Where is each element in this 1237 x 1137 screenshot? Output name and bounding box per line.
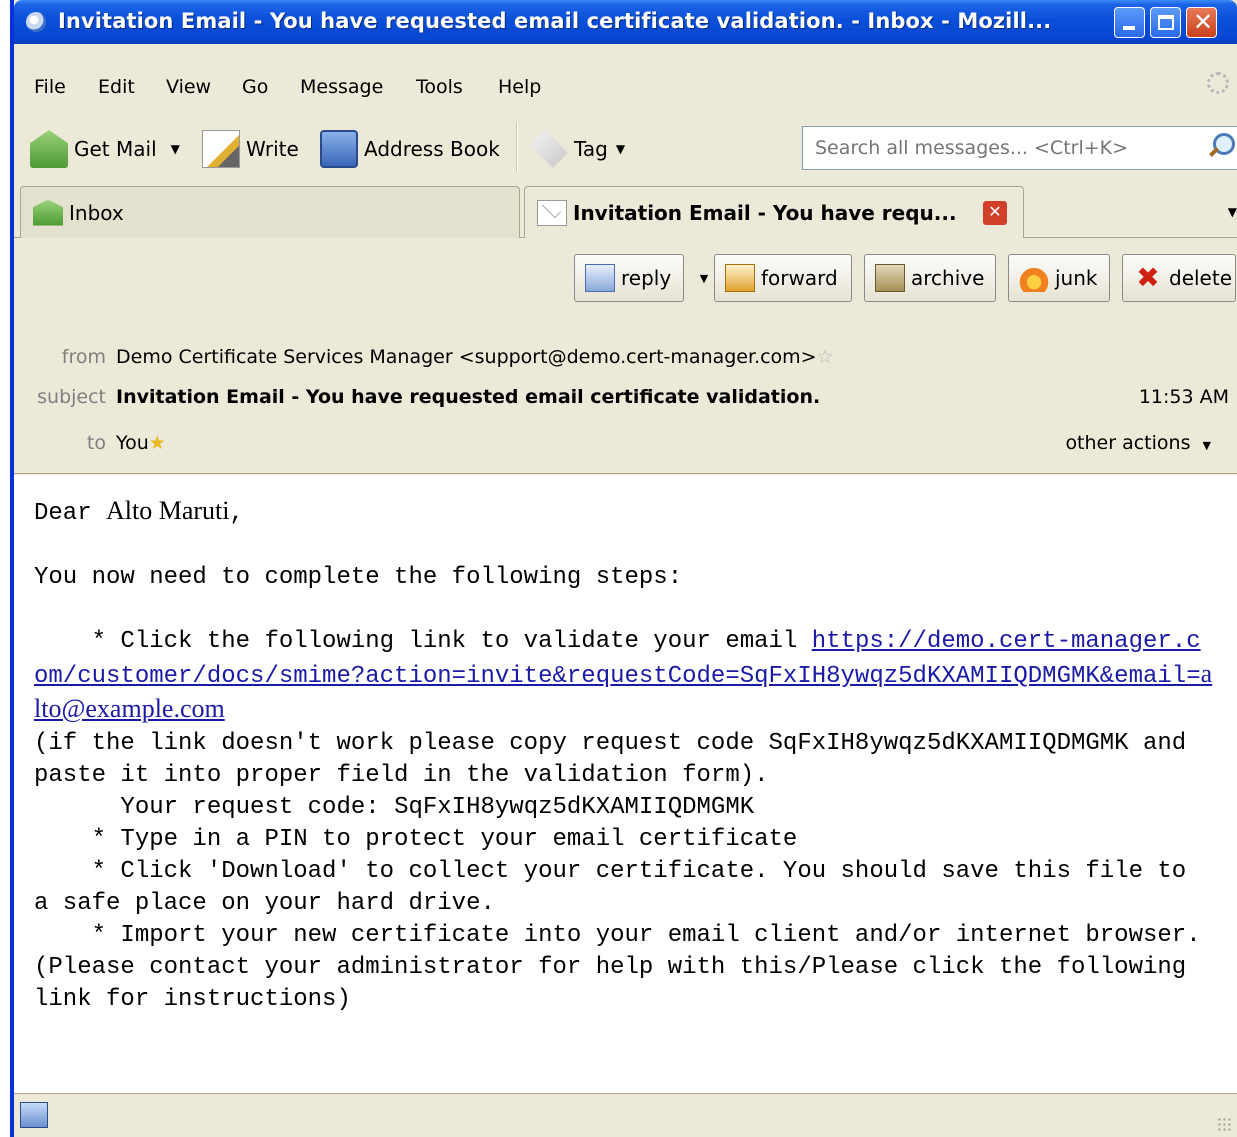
reply-icon bbox=[585, 264, 615, 292]
write-icon bbox=[202, 130, 240, 168]
menu-go[interactable]: Go bbox=[242, 76, 268, 98]
close-window-button[interactable]: ✕ bbox=[1186, 7, 1217, 38]
greeting-suffix: , bbox=[229, 500, 244, 527]
reply-dropdown-chevron-icon[interactable]: ▼ bbox=[694, 254, 714, 302]
search-icon[interactable] bbox=[1205, 133, 1235, 161]
tag-label: Tag bbox=[574, 137, 608, 161]
chevron-down-icon: ▼ bbox=[615, 142, 626, 156]
from-label: from bbox=[61, 346, 106, 368]
status-bar bbox=[14, 1093, 1237, 1137]
reply-button[interactable]: reply bbox=[574, 254, 684, 302]
message-body[interactable]: Dear Alto Maruti, You now need to comple… bbox=[14, 475, 1237, 1093]
get-mail-button[interactable]: Get Mail ▼ bbox=[30, 119, 180, 179]
subject-value: Invitation Email - You have requested em… bbox=[116, 386, 821, 408]
forward-icon bbox=[725, 264, 755, 292]
other-actions-button[interactable]: other actions ▼ bbox=[1065, 432, 1211, 454]
subject-label: subject bbox=[37, 386, 106, 408]
title-bar[interactable]: Invitation Email - You have requested em… bbox=[14, 0, 1237, 44]
tab-message[interactable]: Invitation Email - You have requ... ✕ bbox=[524, 186, 1024, 239]
address-book-button[interactable]: Address Book bbox=[320, 119, 500, 179]
reply-label: reply bbox=[621, 266, 672, 290]
star-icon[interactable]: ☆ bbox=[817, 346, 834, 368]
menu-tools[interactable]: Tools bbox=[416, 76, 463, 98]
delete-icon: ✖ bbox=[1136, 261, 1160, 294]
menu-edit[interactable]: Edit bbox=[98, 76, 135, 98]
from-value: Demo Certificate Services Manager <suppo… bbox=[116, 346, 834, 368]
get-mail-label: Get Mail bbox=[74, 137, 157, 161]
minimize-icon bbox=[1123, 26, 1135, 30]
menu-message[interactable]: Message bbox=[300, 76, 383, 98]
to-recipient[interactable]: You bbox=[116, 432, 149, 454]
maximize-icon bbox=[1158, 15, 1174, 30]
step3-text: * Click 'Download' to collect your certi… bbox=[34, 858, 1201, 917]
step4-text: * Import your new certificate into your … bbox=[34, 922, 1215, 1013]
activity-throbber-icon bbox=[1207, 72, 1229, 94]
message-body-text: Dear Alto Maruti, You now need to comple… bbox=[34, 495, 1214, 1016]
junk-label: junk bbox=[1055, 266, 1098, 290]
intro-text: You now need to complete the following s… bbox=[34, 564, 683, 591]
forward-label: forward bbox=[761, 266, 838, 290]
to-label: to bbox=[86, 432, 106, 454]
other-actions-label: other actions bbox=[1065, 432, 1191, 454]
tag-icon bbox=[530, 130, 568, 168]
step2-text: * Type in a PIN to protect your email ce… bbox=[34, 826, 798, 853]
close-icon: ✕ bbox=[1193, 8, 1214, 36]
address-book-icon bbox=[320, 130, 358, 168]
toolbar-separator bbox=[516, 122, 518, 172]
junk-flame-icon bbox=[1019, 264, 1049, 292]
greeting-prefix: Dear bbox=[34, 500, 107, 527]
menu-view[interactable]: View bbox=[166, 76, 211, 98]
close-tab-icon[interactable]: ✕ bbox=[983, 201, 1007, 225]
request-code-line: Your request code: SqFxIH8ywqz5dKXAMIIQD… bbox=[34, 794, 755, 821]
envelope-icon bbox=[537, 200, 567, 226]
archive-icon bbox=[875, 264, 905, 292]
tabs-overflow-chevron-icon[interactable]: ▼ bbox=[1228, 205, 1237, 219]
message-time: 11:53 AM bbox=[1138, 386, 1229, 408]
thunderbird-window: Invitation Email - You have requested em… bbox=[10, 0, 1237, 1137]
archive-button[interactable]: archive bbox=[864, 254, 996, 302]
to-value: You★ bbox=[116, 432, 166, 454]
forward-button[interactable]: forward bbox=[714, 254, 852, 302]
search-box[interactable] bbox=[802, 126, 1237, 170]
search-input[interactable] bbox=[803, 127, 1195, 169]
tab-inbox[interactable]: Inbox bbox=[20, 186, 520, 238]
delete-button[interactable]: ✖ delete bbox=[1122, 254, 1236, 302]
from-address[interactable]: Demo Certificate Services Manager <suppo… bbox=[116, 346, 817, 368]
tab-message-label: Invitation Email - You have requ... bbox=[573, 201, 957, 225]
chevron-down-icon[interactable]: ▼ bbox=[171, 142, 180, 156]
step1-text: * Click the following link to validate y… bbox=[34, 628, 812, 655]
maximize-button[interactable] bbox=[1150, 7, 1181, 38]
menu-help[interactable]: Help bbox=[498, 76, 541, 98]
minimize-button[interactable] bbox=[1114, 7, 1145, 38]
note-text: (if the link doesn't work please copy re… bbox=[34, 730, 1201, 789]
offline-status-icon[interactable] bbox=[20, 1102, 48, 1128]
get-mail-icon bbox=[30, 130, 68, 168]
write-button[interactable]: Write bbox=[202, 119, 299, 179]
app-icon[interactable] bbox=[26, 12, 46, 32]
write-label: Write bbox=[246, 137, 299, 161]
delete-label: delete bbox=[1169, 266, 1233, 290]
archive-label: archive bbox=[911, 266, 985, 290]
resize-grip-icon[interactable] bbox=[1217, 1117, 1233, 1133]
junk-button[interactable]: junk bbox=[1008, 254, 1110, 302]
star-icon[interactable]: ★ bbox=[149, 432, 166, 454]
tag-button[interactable]: Tag ▼ bbox=[530, 119, 625, 179]
menu-file[interactable]: File bbox=[34, 76, 66, 98]
tab-inbox-label: Inbox bbox=[69, 200, 124, 225]
greeting-name: Alto Maruti bbox=[106, 496, 230, 525]
address-book-label: Address Book bbox=[364, 137, 500, 161]
chevron-down-icon: ▼ bbox=[1202, 439, 1211, 452]
inbox-icon bbox=[33, 199, 63, 226]
window-title: Invitation Email - You have requested em… bbox=[58, 9, 1052, 33]
